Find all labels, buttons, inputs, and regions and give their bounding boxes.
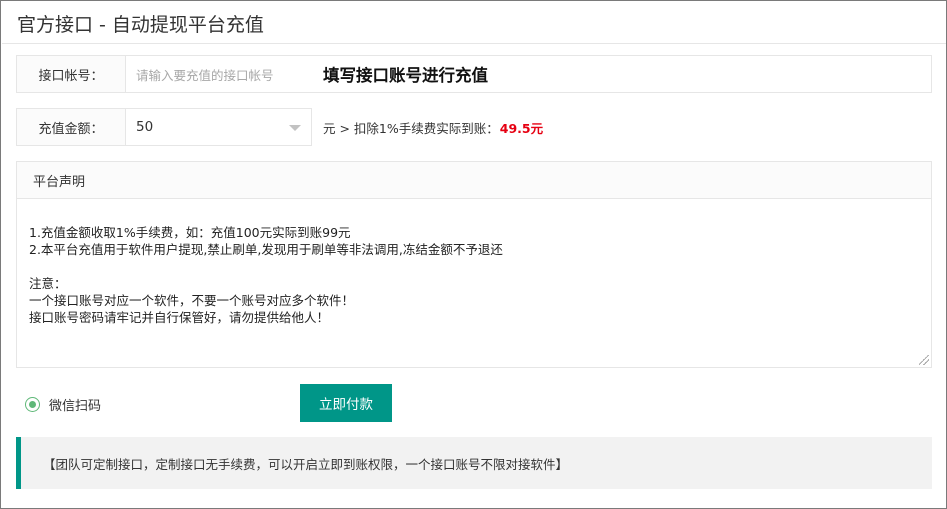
amount-row: 充值金额： 50 元 > 扣除1%手续费实际到账： 49.5元: [16, 108, 636, 146]
amount-selected-value: 50: [136, 119, 154, 135]
page-title: 官方接口 - 自动提现平台充值: [17, 14, 264, 36]
amount-select[interactable]: 50: [126, 108, 312, 146]
radio-checked-icon[interactable]: [25, 397, 40, 412]
payment-method-wechat[interactable]: 微信扫码: [25, 395, 101, 414]
account-label: 接口帐号：: [16, 55, 126, 93]
resize-grip-icon[interactable]: [919, 355, 929, 365]
account-input[interactable]: 请输入要充值的接口帐号 填写接口账号进行充值: [126, 55, 932, 93]
payment-method-label: 微信扫码: [49, 399, 102, 414]
account-hint: 填写接口账号进行充值: [323, 66, 488, 85]
pay-now-button[interactable]: 立即付款: [300, 384, 392, 422]
net-amount: 49.5元: [499, 120, 544, 136]
amount-note: 元 > 扣除1%手续费实际到账： 49.5元: [312, 108, 543, 146]
dropdown-caret-icon[interactable]: [289, 125, 301, 131]
title-divider: [2, 43, 946, 44]
custom-interface-notice: 【团队可定制接口，定制接口无手续费，可以开启立即到账权限，一个接口账号不限对接软…: [16, 437, 932, 489]
app-window: 官方接口 - 自动提现平台充值 接口帐号： 请输入要充值的接口帐号 填写接口账号…: [0, 0, 947, 509]
account-placeholder: 请输入要充值的接口帐号: [136, 67, 274, 83]
amount-note-text: 元 > 扣除1%手续费实际到账：: [323, 120, 499, 136]
account-row: 接口帐号： 请输入要充值的接口帐号 填写接口账号进行充值: [16, 55, 932, 93]
statement-textarea[interactable]: 1.充值金额收取1%手续费，如：充值100元实际到账99元 2.本平台充值用于软…: [16, 198, 932, 368]
statement-header: 平台声明: [16, 161, 932, 199]
amount-label: 充值金额：: [16, 108, 126, 146]
statement-text: 1.充值金额收取1%手续费，如：充值100元实际到账99元 2.本平台充值用于软…: [29, 225, 503, 325]
